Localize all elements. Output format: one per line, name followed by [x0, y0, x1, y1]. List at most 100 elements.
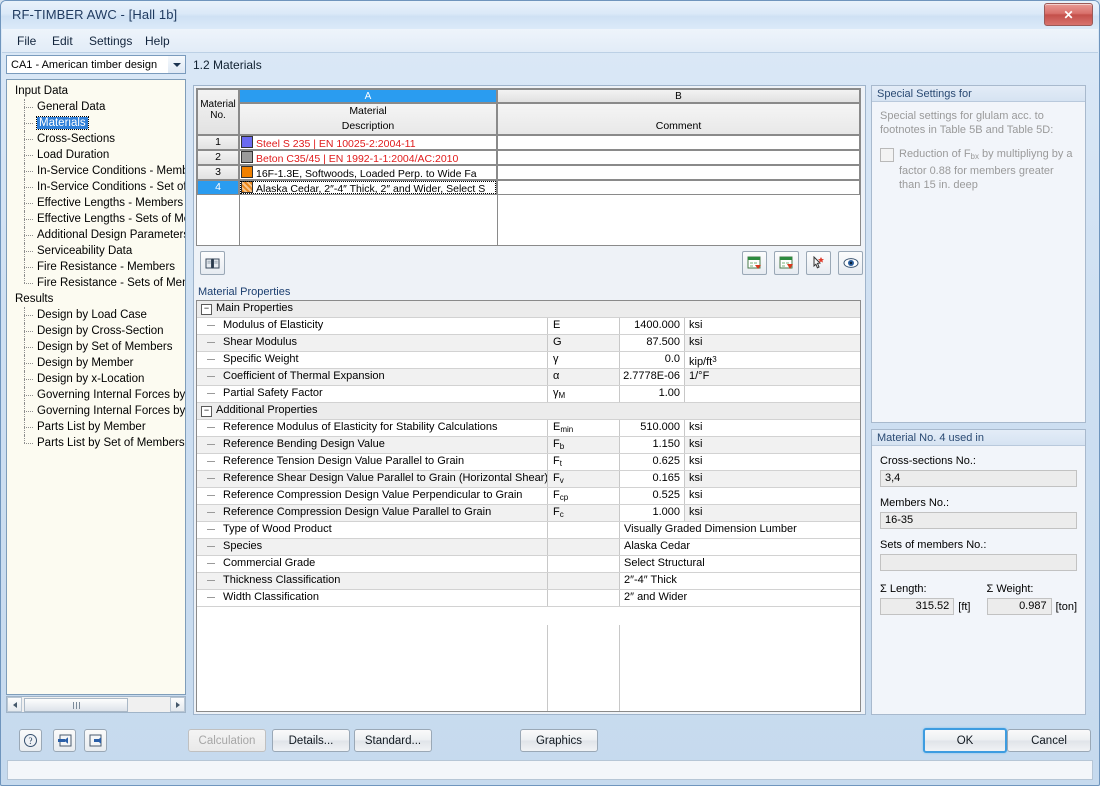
- menu-item-file[interactable]: File: [12, 33, 41, 49]
- tree-group-input-data[interactable]: Input Data: [7, 83, 185, 99]
- property-value[interactable]: Select Structural: [619, 556, 860, 572]
- sidebar-item-governing-forces-members[interactable]: Governing Internal Forces by M: [7, 387, 185, 403]
- excel-export-icon[interactable]: [774, 251, 799, 275]
- standard-button[interactable]: Standard...: [354, 729, 432, 752]
- property-value[interactable]: 87.500: [619, 335, 684, 351]
- property-value[interactable]: 510.000: [619, 420, 684, 436]
- pick-material-icon[interactable]: [806, 251, 831, 275]
- column-header-a[interactable]: A: [239, 89, 497, 103]
- column-header-b[interactable]: B: [497, 89, 860, 103]
- table-row[interactable]: 3 16F-1.3E, Softwoods, Loaded Perp. to W…: [197, 165, 860, 180]
- table-empty-area[interactable]: [197, 195, 860, 245]
- sidebar-item-general-data[interactable]: General Data: [7, 99, 185, 115]
- material-description-cell[interactable]: Beton C35/45 | EN 1992-1-1:2004/AC:2010: [239, 150, 497, 165]
- collapse-icon[interactable]: −: [201, 304, 212, 315]
- material-comment-cell[interactable]: [497, 165, 860, 180]
- next-arrow-icon[interactable]: [84, 729, 107, 752]
- material-description-cell[interactable]: Steel S 235 | EN 10025-2:2004-11: [239, 135, 497, 150]
- table-row[interactable]: 1 Steel S 235 | EN 10025-2:2004-11: [197, 135, 860, 150]
- fbx-reduction-checkbox-row[interactable]: Reduction of Fbx by multipliyng by a fac…: [880, 147, 1077, 192]
- property-row[interactable]: Reference Tension Design Value Parallel …: [197, 454, 860, 471]
- scrollbar-thumb[interactable]: [24, 698, 128, 712]
- row-number[interactable]: 1: [197, 135, 239, 150]
- tree-group-results[interactable]: Results: [7, 291, 185, 307]
- property-row[interactable]: Reference Modulus of Elasticity for Stab…: [197, 420, 860, 437]
- property-row[interactable]: Reference Compression Design Value Perpe…: [197, 488, 860, 505]
- sidebar-item-governing-forces-sets[interactable]: Governing Internal Forces by Se: [7, 403, 185, 419]
- property-row[interactable]: Type of Wood Product Visually Graded Dim…: [197, 522, 860, 539]
- material-comment-cell[interactable]: [497, 150, 860, 165]
- details-button[interactable]: Details...: [272, 729, 350, 752]
- sidebar-item-design-by-member[interactable]: Design by Member: [7, 355, 185, 371]
- property-row[interactable]: Reference Bending Design Value Fb 1.150 …: [197, 437, 860, 454]
- sidebar-item-effective-lengths-sets[interactable]: Effective Lengths - Sets of Mem: [7, 211, 185, 227]
- design-case-dropdown[interactable]: CA1 - American timber design: [6, 55, 186, 74]
- material-description-cell[interactable]: Alaska Cedar, 2″-4″ Thick, 2″ and Wider,…: [239, 180, 497, 195]
- calculation-button[interactable]: Calculation: [188, 729, 266, 752]
- property-value[interactable]: 0.525: [619, 488, 684, 504]
- graphics-button[interactable]: Graphics: [520, 729, 598, 752]
- library-book-icon[interactable]: [200, 251, 225, 275]
- sidebar-item-parts-list-by-sets[interactable]: Parts List by Set of Members: [7, 435, 185, 451]
- sidebar-item-design-by-load-case[interactable]: Design by Load Case: [7, 307, 185, 323]
- chevron-down-icon[interactable]: [168, 56, 185, 73]
- menu-item-help[interactable]: Help: [140, 33, 175, 49]
- scroll-left-icon[interactable]: [7, 697, 22, 712]
- navigation-horizontal-scrollbar[interactable]: [6, 696, 186, 713]
- sidebar-item-load-duration[interactable]: Load Duration: [7, 147, 185, 163]
- property-value[interactable]: 0.625: [619, 454, 684, 470]
- fbx-reduction-checkbox[interactable]: [880, 148, 894, 162]
- sidebar-item-fire-resistance-sets[interactable]: Fire Resistance - Sets of Memb: [7, 275, 185, 291]
- excel-import-icon[interactable]: [742, 251, 767, 275]
- property-value[interactable]: 2″-4″ Thick: [619, 573, 860, 589]
- property-value[interactable]: 1.00: [619, 386, 684, 402]
- property-group-main[interactable]: − Main Properties: [197, 301, 860, 318]
- cancel-button[interactable]: Cancel: [1007, 729, 1091, 752]
- sidebar-item-effective-lengths-members[interactable]: Effective Lengths - Members: [7, 195, 185, 211]
- menu-item-settings[interactable]: Settings: [84, 33, 137, 49]
- eye-visibility-icon[interactable]: [838, 251, 863, 275]
- property-row[interactable]: Partial Safety Factor γM 1.00: [197, 386, 860, 403]
- materials-table[interactable]: Material No. A B Material Description Co…: [196, 88, 861, 246]
- property-value[interactable]: 0.0: [619, 352, 684, 368]
- property-group-additional[interactable]: − Additional Properties: [197, 403, 860, 420]
- material-properties-table[interactable]: − Main Properties Modulus of Elasticity E…: [196, 300, 861, 712]
- sidebar-item-cross-sections[interactable]: Cross-Sections: [7, 131, 185, 147]
- property-row[interactable]: Coefficient of Thermal Expansion α 2.777…: [197, 369, 860, 386]
- navigation-tree[interactable]: Input Data General Data Materials Cross-…: [6, 79, 186, 695]
- row-number[interactable]: 4: [197, 180, 239, 195]
- sidebar-item-in-service-members[interactable]: In-Service Conditions - Members: [7, 163, 185, 179]
- scroll-right-icon[interactable]: [170, 697, 185, 712]
- sidebar-item-design-by-set-of-members[interactable]: Design by Set of Members: [7, 339, 185, 355]
- material-description-cell[interactable]: 16F-1.3E, Softwoods, Loaded Perp. to Wid…: [239, 165, 497, 180]
- row-number[interactable]: 2: [197, 150, 239, 165]
- property-row[interactable]: Specific Weight γ 0.0 kip/ft3: [197, 352, 860, 369]
- property-value[interactable]: 0.165: [619, 471, 684, 487]
- table-row[interactable]: 4 Alaska Cedar, 2″-4″ Thick, 2″ and Wide…: [197, 180, 860, 195]
- property-value[interactable]: 1400.000: [619, 318, 684, 334]
- property-row[interactable]: Species Alaska Cedar: [197, 539, 860, 556]
- ok-button[interactable]: OK: [923, 728, 1007, 753]
- property-row[interactable]: Reference Compression Design Value Paral…: [197, 505, 860, 522]
- previous-arrow-icon[interactable]: [53, 729, 76, 752]
- property-value[interactable]: 2″ and Wider: [619, 590, 860, 606]
- property-row[interactable]: Shear Modulus G 87.500 ksi: [197, 335, 860, 352]
- property-value[interactable]: 1.000: [619, 505, 684, 521]
- sidebar-item-parts-list-by-member[interactable]: Parts List by Member: [7, 419, 185, 435]
- property-row[interactable]: Commercial Grade Select Structural: [197, 556, 860, 573]
- material-comment-cell[interactable]: [497, 135, 860, 150]
- row-number[interactable]: 3: [197, 165, 239, 180]
- property-value[interactable]: Visually Graded Dimension Lumber: [619, 522, 860, 538]
- property-row[interactable]: Width Classification 2″ and Wider: [197, 590, 860, 607]
- property-row[interactable]: Reference Shear Design Value Parallel to…: [197, 471, 860, 488]
- sidebar-item-design-by-cross-section[interactable]: Design by Cross-Section: [7, 323, 185, 339]
- sidebar-item-in-service-sets[interactable]: In-Service Conditions - Set of M: [7, 179, 185, 195]
- property-value[interactable]: Alaska Cedar: [619, 539, 860, 555]
- property-row[interactable]: Modulus of Elasticity E 1400.000 ksi: [197, 318, 860, 335]
- sidebar-item-fire-resistance-members[interactable]: Fire Resistance - Members: [7, 259, 185, 275]
- menu-item-edit[interactable]: Edit: [47, 33, 78, 49]
- close-icon[interactable]: ✕: [1044, 3, 1093, 26]
- sidebar-item-materials[interactable]: Materials: [7, 115, 185, 131]
- property-row[interactable]: Thickness Classification 2″-4″ Thick: [197, 573, 860, 590]
- help-question-icon[interactable]: ?: [19, 729, 42, 752]
